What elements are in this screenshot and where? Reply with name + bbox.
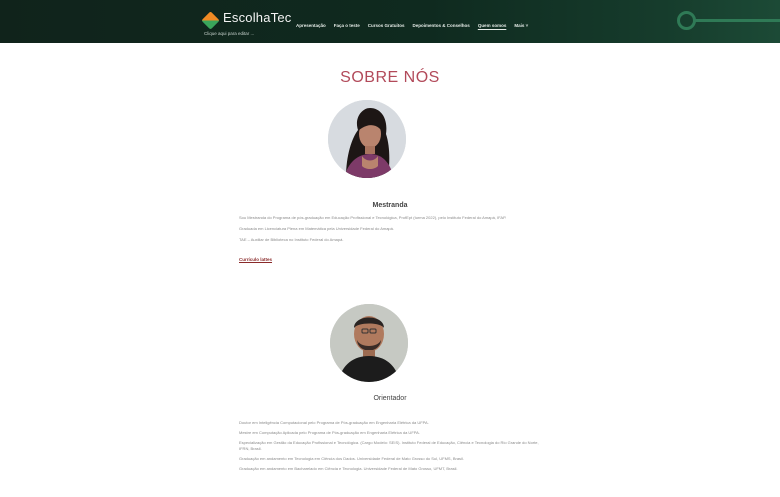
bio-paragraph: Graduação em andamento em Tecnologia em … [239,456,464,461]
bio-paragraph: Doutor em Inteligência Computacional pel… [239,420,429,425]
bio-mestranda: Sou Mestranda do Programa de pós-graduaç… [239,215,549,266]
bio-paragraph: Graduada em Licenciatura Plena em Matemá… [239,226,394,231]
nav-item-depoimentos[interactable]: Depoimentos & Conselhos [413,23,470,28]
brand-name[interactable]: EscolhaTec [223,10,291,25]
bio-paragraph: Graduação em andamento em Bacharelado em… [239,466,458,471]
avatar-mestranda [328,100,406,178]
person-role-orientador: Orientador [373,395,407,402]
bio-paragraph: Mestre em Computação Aplicada pelo Progr… [239,430,420,435]
nav-item-cursos-gratuitos[interactable]: Cursos Gratuitos [368,23,405,28]
curriculo-lattes-link[interactable]: Currículo lattes [239,257,272,262]
site-header: EscolhaTec Clique aqui para editar ... A… [0,0,780,43]
person-role-mestranda: Mestranda [372,202,408,209]
brand-subtitle[interactable]: Clique aqui para editar ... [204,31,254,36]
page-title: SOBRE NÓS [340,69,440,86]
portrait-woman-icon [328,100,406,178]
diamond-logo-icon [201,11,220,30]
nav-item-quem-somos[interactable]: Quem somos [478,23,507,28]
main-nav: Apresentação Faça o teste Cursos Gratuit… [296,23,528,28]
ring-decoration-icon [677,11,696,30]
bio-orientador: Doutor em Inteligência Computacional pel… [239,420,549,476]
nav-item-mais[interactable]: Mais ˅ [514,23,528,28]
bio-paragraph: Especialização em Gestão da Educação Pro… [239,440,539,451]
avatar-orientador [330,304,408,382]
nav-item-apresentacao[interactable]: Apresentação [296,23,326,28]
header-decoration-line [695,19,780,22]
bio-paragraph: TAE – Auxiliar de Biblioteca no Institut… [239,237,344,242]
portrait-man-icon [330,304,408,382]
nav-item-faca-o-teste[interactable]: Faça o teste [334,23,360,28]
bio-paragraph: Sou Mestranda do Programa de pós-graduaç… [239,215,507,220]
